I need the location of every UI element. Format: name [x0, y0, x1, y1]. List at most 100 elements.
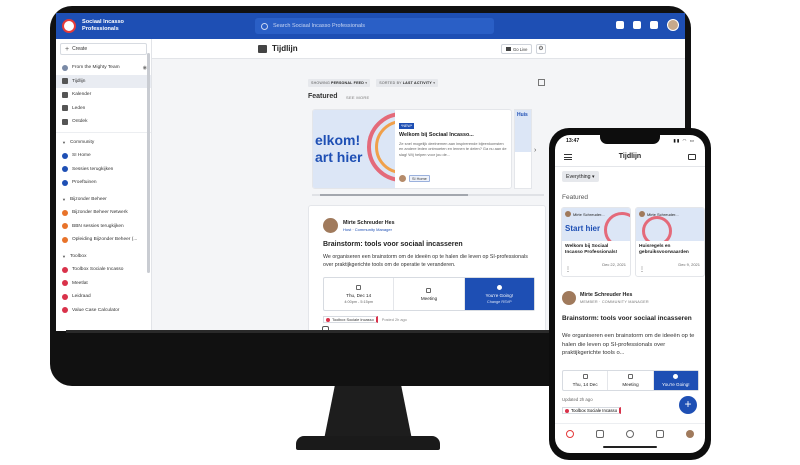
featured-scrollbar[interactable] [312, 194, 544, 196]
camera-icon[interactable] [688, 154, 696, 160]
space-icon [62, 236, 68, 243]
top-bar: Sociaal Incasso Professionals [56, 13, 685, 39]
go-live-button[interactable]: Go Live [501, 44, 533, 54]
search-input[interactable] [273, 23, 473, 29]
section-toolbox[interactable]: ▼ Toolbox [56, 250, 151, 264]
card-author-name: Mirte Schreuder... [647, 211, 679, 217]
sidebar-item-meetlat[interactable]: Meetlat [56, 277, 151, 291]
event-type: Meeting [394, 278, 465, 310]
search-icon [261, 22, 268, 30]
create-button[interactable]: + Create [60, 43, 147, 55]
caret-down-icon: ▼ [62, 139, 66, 145]
chat-icon[interactable] [633, 21, 641, 29]
grid-icon[interactable] [538, 79, 545, 86]
home-tab-icon[interactable] [566, 429, 574, 438]
card-author: Mirte Schreuder... [639, 211, 679, 217]
profile-tab-avatar[interactable] [686, 429, 694, 438]
sidebar-scrollbar[interactable] [147, 53, 150, 273]
divider [56, 131, 151, 133]
decor-ring [642, 216, 672, 241]
sidebar-item-calculator[interactable]: Value Case Calculator [56, 304, 151, 318]
space-tag[interactable]: SI Home [409, 175, 430, 182]
rsvp-button[interactable]: You're Going! [653, 371, 698, 390]
sidebar-item-ontdek[interactable]: Ontdek [56, 115, 151, 129]
sidebar-item-opleiding[interactable]: Opleiding Bijzonder Beheer (... [56, 233, 151, 247]
search-tab-icon[interactable] [626, 429, 634, 438]
featured-date: Dec 22, 2021 [602, 262, 626, 267]
post-author[interactable]: Mirte Schreuder Hes [343, 220, 395, 226]
feed-filter[interactable]: Everything ▾ [562, 171, 599, 182]
members-icon [62, 105, 68, 112]
space-icon [62, 307, 68, 314]
featured-title: Huisregels en gebruiksvoorwaarden [639, 244, 689, 255]
post-meta: Toolbox Sociale Incasso Posted 2h ago [323, 316, 407, 323]
sidebar-item-leidraad[interactable]: Leidraad [56, 290, 151, 304]
featured-card[interactable]: Mirte Schreuder... Huisregels en gebruik… [635, 207, 705, 277]
space-tag[interactable]: Toolbox Sociale Incasso [562, 407, 622, 414]
avatar[interactable] [562, 291, 576, 305]
post-title[interactable]: Brainstorm: tools voor sociaal incassere… [323, 241, 463, 248]
tag-label: Toolbox Sociale Incasso [332, 317, 374, 322]
chat-tab-icon[interactable] [596, 429, 604, 438]
chevron-right-icon[interactable]: › [534, 147, 536, 154]
featured-card[interactable]: Mirte Schreuder... Start hier Welkom bij… [561, 207, 631, 277]
section-title: Bijzonder Beheer [69, 196, 107, 202]
rsvp-button[interactable]: You're Going! Change RSVP [464, 278, 534, 310]
sidebar-item-tijdlijn[interactable]: Tijdlijn [56, 74, 151, 88]
featured-card[interactable]: elkom! art hier *NEW* Welkom bij Sociaal … [312, 109, 512, 189]
timeline-icon [62, 78, 68, 85]
sidebar-item-kalender[interactable]: Kalender [56, 88, 151, 102]
showing-filter[interactable]: SHOWING PERSONAL FEED ▾ [308, 79, 371, 87]
event-post: Mirte Schreuder Hes Host · Community Man… [308, 205, 546, 331]
user-avatar[interactable] [667, 19, 679, 31]
sidebar-item-bbn-sessies[interactable]: BBN sessies terugkijken [56, 220, 151, 234]
home-indicator [603, 446, 657, 448]
section-community[interactable]: ▼ Community [56, 136, 151, 150]
sidebar-item-proeftuinen[interactable]: Proeftuinen [56, 176, 151, 190]
change-rsvp[interactable]: Change RSVP [487, 300, 512, 304]
more-icon[interactable]: ⋮ [565, 266, 571, 273]
post-title[interactable]: Brainstorm: tools voor sociaal incassere… [562, 315, 702, 322]
space-icon [62, 209, 68, 216]
page-header: Tijdlijn Go Live ⚙ [152, 39, 685, 59]
brand-name: Sociaal Incasso Professionals [82, 19, 124, 32]
see-more-link[interactable]: SEE MORE [346, 95, 370, 100]
monitor-stand-base [296, 436, 440, 450]
sorted-filter[interactable]: SORTED BY LAST ACTIVITY ▾ [376, 79, 439, 87]
search-bar[interactable] [255, 18, 494, 34]
post-role: MEMBER · COMMUNITY MANAGER [580, 300, 649, 304]
sidebar-item-toolbox[interactable]: Toolbox Sociale Incasso [56, 263, 151, 277]
bell-icon[interactable] [650, 21, 658, 29]
brand[interactable]: Sociaal Incasso Professionals [56, 19, 251, 33]
sidebar-item-label: Value Case Calculator [72, 307, 120, 313]
sidebar-item-mighty-team[interactable]: From the Mighty Team ◉ [56, 61, 151, 75]
rsvp-label: You're Going! [485, 292, 514, 298]
sidebar-item-sessies[interactable]: Sessies terugkijken [56, 163, 151, 177]
more-icon[interactable]: ⋮ [639, 266, 645, 273]
marketing-composite: Sociaal Incasso Professionals +Create Fr… [0, 0, 800, 465]
bell-tab-icon[interactable] [656, 429, 664, 438]
sidebar-item-si-home[interactable]: SI Home [56, 149, 151, 163]
compose-button[interactable]: + [679, 396, 697, 414]
event-date-label: Thu, Dec 14 [346, 292, 372, 298]
featured-image-2: Huis [515, 110, 531, 152]
image-text-line: elkom! [315, 132, 361, 148]
featured-image-text: Start hier [565, 224, 601, 233]
gear-icon[interactable]: ⚙ [536, 44, 546, 54]
post-author[interactable]: Mirte Schreuder Hes [580, 292, 632, 298]
scroll-thumb[interactable] [320, 194, 468, 196]
space-tag[interactable]: Toolbox Sociale Incasso [323, 316, 378, 323]
featured-title[interactable]: Welkom bij Sociaal Incasso... [399, 132, 509, 138]
rsvp-label: You're Going! [662, 382, 690, 387]
post-body: We organiseren een brainstorm om de idee… [323, 254, 528, 268]
featured-card-2[interactable]: Huis [514, 109, 532, 189]
avatar[interactable] [323, 218, 338, 233]
add-user-icon[interactable] [616, 21, 624, 29]
event-date: Thu, Dec 14 4:00pm - 5:15pm [324, 278, 395, 310]
section-bijzonder-beheer[interactable]: ▼ Bijzonder Beheer [56, 193, 151, 207]
space-icon [565, 408, 569, 413]
featured-image: Mirte Schreuder... Start hier [562, 208, 630, 241]
sidebar-item-leden[interactable]: Leden [56, 102, 151, 116]
sidebar-item-bbn[interactable]: Bijzonder Beheer Netwerk [56, 206, 151, 220]
caret-down-icon: ▼ [62, 253, 66, 259]
